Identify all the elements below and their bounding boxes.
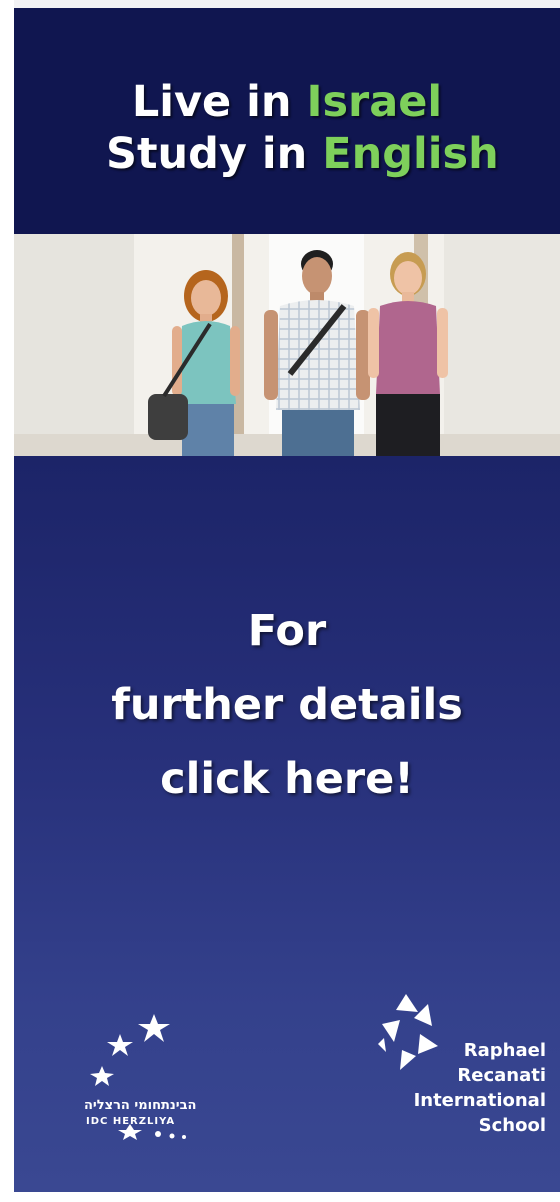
headline-line-1: Live in Israel — [131, 77, 443, 127]
page-margin-left — [0, 0, 14, 1202]
students-photo — [14, 234, 560, 456]
headline-line-2: Study in English — [106, 129, 499, 179]
idc-english-name: IDC HERZLIYA — [86, 1116, 176, 1127]
recanati-line-3: International — [413, 1090, 546, 1111]
cta-line-1[interactable]: For — [14, 594, 560, 668]
recanati-school-logo: Raphael Recanati International School — [370, 990, 550, 1170]
page-margin-bottom — [0, 1192, 560, 1202]
idc-herzliya-logo: הבינתחומי הרצליה IDC HERZLIYA — [82, 1012, 282, 1142]
headline-accent-english: English — [322, 129, 499, 179]
recanati-line-1: Raphael — [463, 1040, 546, 1061]
cta-text[interactable]: For further details click here! — [14, 594, 560, 816]
cta-line-2[interactable]: further details — [14, 668, 560, 742]
headline-panel: Live in Israel Study in English — [14, 8, 560, 234]
recanati-line-2: Recanati — [457, 1065, 546, 1086]
recanati-school-name: Raphael Recanati International School — [414, 1038, 546, 1138]
students-illustration — [14, 234, 560, 456]
recanati-line-4: School — [478, 1115, 546, 1136]
headline-accent-israel: Israel — [306, 77, 443, 127]
study-in-israel-ad-banner[interactable]: Live in Israel Study in English For furt… — [0, 0, 560, 1202]
idc-hebrew-name: הבינתחומי הרצליה — [84, 1098, 197, 1113]
cta-line-3[interactable]: click here! — [14, 742, 560, 816]
